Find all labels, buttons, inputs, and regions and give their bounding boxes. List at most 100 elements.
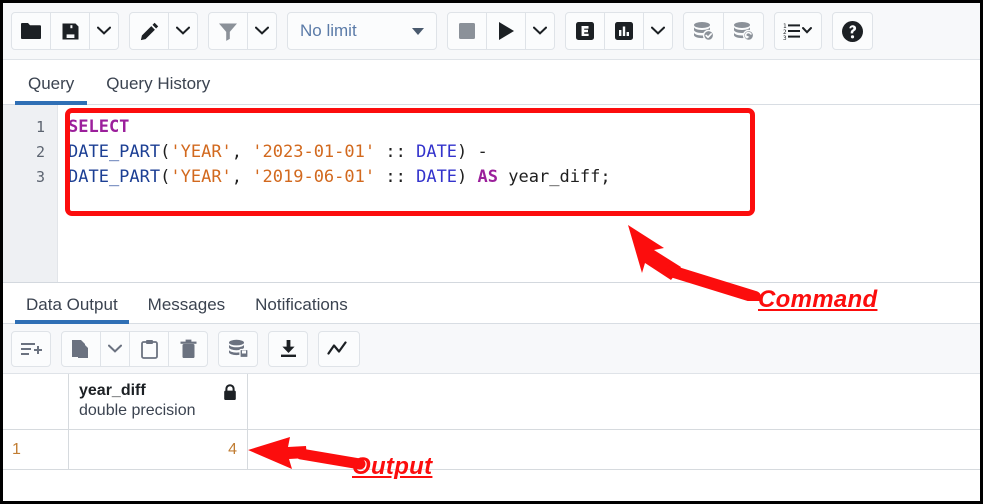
column-name: year_diff	[79, 382, 146, 399]
execute-button[interactable]	[486, 12, 526, 50]
open-file-button[interactable]	[11, 12, 51, 50]
question-circle-icon	[841, 20, 864, 43]
column-header-year-diff[interactable]: year_diff double precision	[69, 374, 248, 429]
download-icon	[279, 339, 298, 358]
sql-token-keyword: AS	[477, 167, 499, 187]
sql-token-op	[406, 167, 416, 187]
tab-notifications[interactable]: Notifications	[244, 290, 359, 323]
tab-notifications-label: Notifications	[255, 295, 348, 314]
sql-token-op	[467, 167, 477, 187]
trash-icon	[180, 339, 197, 359]
graph-group	[318, 330, 360, 367]
paste-button[interactable]	[129, 330, 169, 367]
database-save-icon	[227, 339, 249, 358]
help-button[interactable]	[832, 12, 873, 50]
sql-token-type: DATE	[416, 167, 458, 187]
graph-line-icon	[327, 340, 351, 357]
rollback-button[interactable]	[723, 12, 764, 50]
sql-line: SELECT	[68, 115, 980, 140]
save-file-button[interactable]	[50, 12, 90, 50]
filter-dropdown[interactable]	[247, 12, 277, 50]
row-number: 1	[3, 430, 69, 470]
sql-line: DATE_PART('YEAR', '2023-01-01' :: DATE) …	[68, 140, 980, 165]
sql-token-string: 'YEAR'	[170, 167, 232, 187]
explain-e-icon	[575, 21, 595, 41]
chevron-down-icon	[651, 22, 665, 40]
execute-dropdown[interactable]	[525, 12, 555, 50]
row-limit-select[interactable]: No limit	[287, 12, 437, 50]
chevron-down-icon	[108, 340, 122, 358]
add-row-button[interactable]	[11, 330, 51, 367]
filter-button-group	[208, 12, 277, 50]
explain-analyze-button[interactable]	[604, 12, 644, 50]
graph-visualiser-button[interactable]	[318, 330, 360, 367]
sql-token-op: )	[457, 142, 468, 162]
database-check-icon	[692, 21, 715, 41]
macros-button[interactable]: 1 2 3	[774, 12, 822, 50]
tab-messages[interactable]: Messages	[137, 290, 236, 323]
explain-dropdown[interactable]	[643, 12, 673, 50]
filter-button[interactable]	[208, 12, 248, 50]
funnel-icon	[218, 22, 238, 41]
execute-button-group	[447, 12, 555, 50]
play-triangle-icon	[497, 21, 515, 41]
table-row[interactable]: 1 4	[3, 430, 980, 470]
add-row-group	[11, 330, 51, 367]
sql-editor-panel: 1 2 3 SELECT DATE_PART('YEAR', '2023-01-0…	[3, 105, 980, 282]
sql-token-op	[467, 142, 477, 162]
edit-dropdown[interactable]	[168, 12, 198, 50]
sql-token-string: 'YEAR'	[170, 142, 232, 162]
chevron-down-icon	[97, 22, 111, 40]
svg-text:3: 3	[783, 35, 787, 40]
grid-row-filler	[248, 430, 980, 470]
sql-token-op	[406, 142, 416, 162]
stop-button[interactable]	[447, 12, 487, 50]
folder-icon	[20, 22, 42, 40]
tab-messages-label: Messages	[147, 295, 226, 314]
pgadmin-query-tool-window: No limit 1 2 3 Query Query History 1 2 3…	[0, 0, 983, 504]
macros-button-group: 1 2 3	[774, 12, 822, 50]
edit-button[interactable]	[129, 12, 169, 50]
sql-token-op: ,	[231, 167, 253, 187]
edit-button-group	[129, 12, 198, 50]
tab-query-label: Query	[28, 74, 75, 93]
row-number-header	[3, 374, 69, 429]
transaction-button-group	[683, 12, 764, 50]
lock-icon	[223, 381, 237, 401]
sql-editor-textarea[interactable]: SELECT DATE_PART('YEAR', '2023-01-01' :: …	[58, 105, 980, 282]
sql-line: DATE_PART('YEAR', '2019-06-01' :: DATE) …	[68, 165, 980, 190]
tab-query[interactable]: Query	[15, 68, 88, 105]
sql-token-op: (	[160, 167, 171, 187]
sql-token-op	[375, 167, 385, 187]
copy-dropdown[interactable]	[100, 330, 130, 367]
sql-token-op: ;	[600, 167, 611, 187]
grid-header-filler	[248, 374, 980, 429]
chevron-down-icon	[255, 22, 269, 40]
clipboard-icon	[140, 339, 158, 359]
file-button-group	[11, 12, 119, 50]
sql-token-op: ,	[231, 142, 253, 162]
download-button[interactable]	[268, 330, 308, 367]
explain-button[interactable]	[565, 12, 605, 50]
commit-button[interactable]	[683, 12, 724, 50]
clipboard-group	[61, 330, 208, 367]
sql-token-op: )	[457, 167, 468, 187]
chevron-down-icon	[176, 22, 190, 40]
sql-token-func: DATE_PART	[68, 142, 161, 162]
tab-data-output-label: Data Output	[26, 295, 118, 314]
sql-token-string: '2023-01-01'	[252, 142, 376, 162]
cell-year-diff[interactable]: 4	[69, 430, 248, 470]
tab-data-output[interactable]: Data Output	[15, 290, 129, 324]
chevron-down-icon	[533, 22, 547, 40]
copy-button[interactable]	[61, 330, 101, 367]
query-tab-bar: Query Query History	[3, 60, 980, 105]
results-toolbar	[3, 324, 980, 374]
delete-button[interactable]	[168, 330, 208, 367]
tab-query-history[interactable]: Query History	[93, 68, 223, 104]
save-data-button[interactable]	[218, 330, 258, 367]
sql-token-string: '2019-06-01'	[252, 167, 376, 187]
sql-token-op	[375, 142, 385, 162]
sql-token-op: ::	[385, 142, 406, 162]
sql-token-op: -	[477, 142, 488, 162]
save-file-dropdown[interactable]	[89, 12, 119, 50]
